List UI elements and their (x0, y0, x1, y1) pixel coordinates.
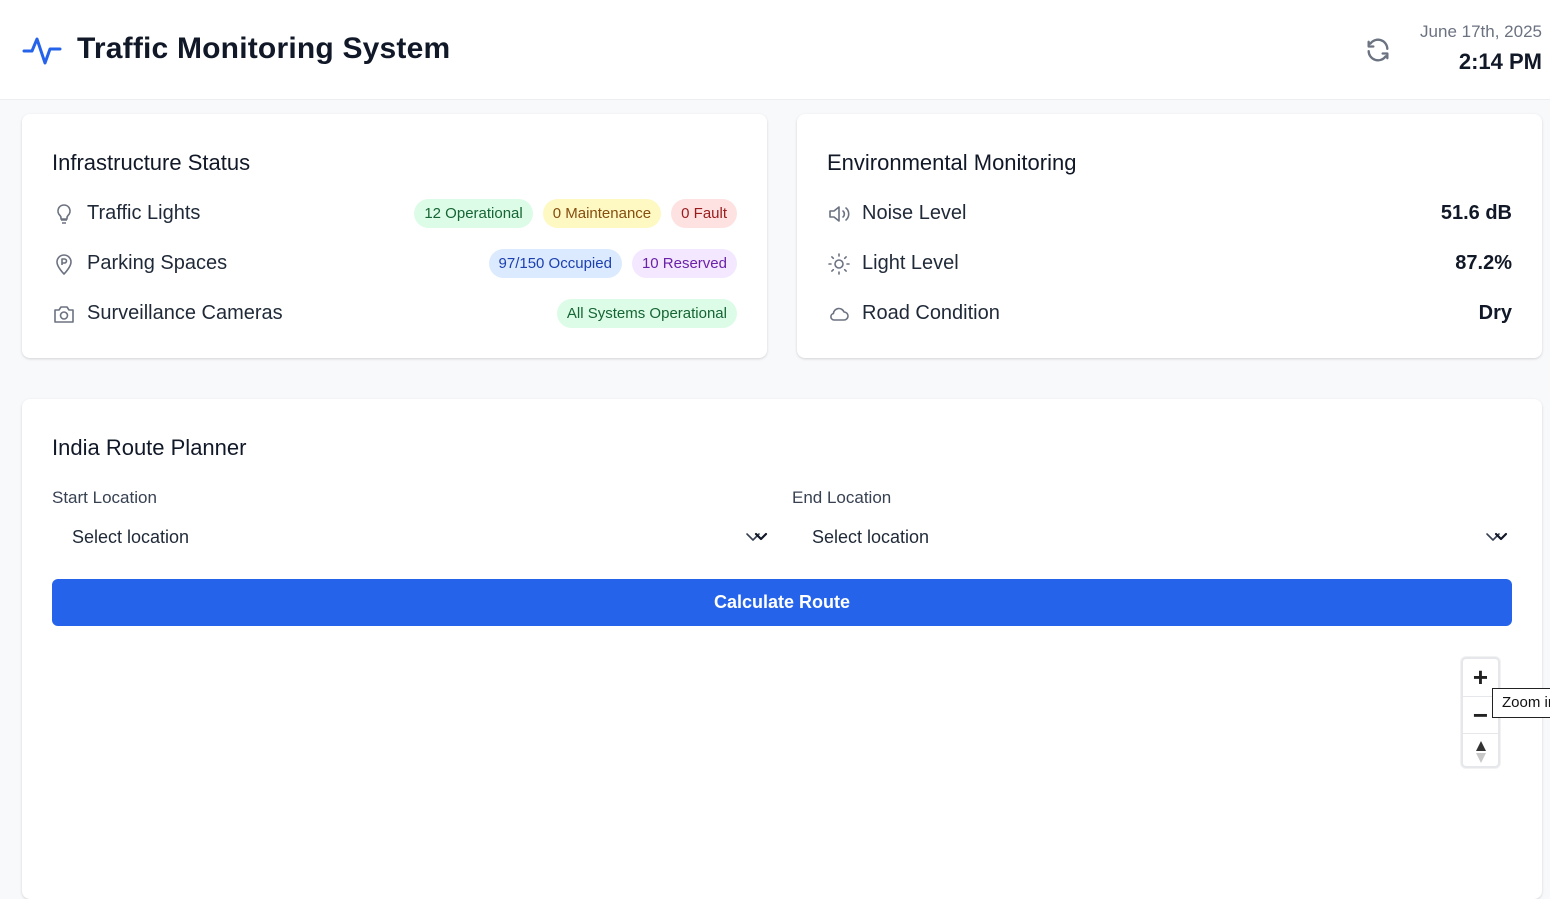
map-pin-icon (56, 254, 72, 275)
row-label: Surveillance Cameras (87, 302, 283, 324)
infrastructure-status-card: Infrastructure Status Traffic Lights 12 … (22, 114, 767, 358)
row-label: Road Condition (862, 302, 1000, 324)
activity-icon (22, 37, 62, 65)
route-planner-card: India Route Planner Start Location Selec… (22, 399, 1542, 899)
start-location-label: Start Location (52, 488, 157, 507)
noise-level-row: Noise Level 51.6 dB (827, 198, 1512, 230)
chevron-down-icon (746, 532, 768, 541)
app-header: Traffic Monitoring System June 17th, 202… (0, 0, 1550, 100)
calculate-route-button[interactable]: Calculate Route (52, 579, 1512, 626)
select-value: Select location (72, 527, 190, 547)
reset-bearing-button[interactable] (1463, 733, 1498, 769)
zoom-in-tooltip: Zoom in (1492, 688, 1550, 718)
road-condition-value: Dry (1478, 302, 1512, 324)
end-location-select[interactable]: Select location (792, 519, 1508, 557)
operational-badge: 12 Operational (414, 199, 533, 228)
light-level-value: 87.2% (1455, 252, 1512, 274)
compass-icon (1475, 740, 1486, 763)
environmental-monitoring-card: Environmental Monitoring Noise Level 51.… (797, 114, 1542, 358)
row-label: Light Level (862, 252, 959, 274)
occupied-badge: 97/150 Occupied (488, 249, 622, 278)
traffic-lights-row: Traffic Lights 12 Operational 0 Maintena… (52, 198, 737, 230)
road-condition-row: Road Condition Dry (827, 298, 1512, 330)
row-label: Noise Level (862, 202, 967, 224)
surveillance-cameras-row: Surveillance Cameras All Systems Operati… (52, 298, 737, 330)
select-value: Select location (812, 527, 930, 547)
maintenance-badge: 0 Maintenance (542, 199, 662, 228)
row-label: Traffic Lights (87, 202, 201, 224)
app-title: Traffic Monitoring System (77, 32, 451, 65)
plus-icon: + (1472, 662, 1489, 692)
all-systems-badge: All Systems Operational (556, 299, 737, 328)
fault-badge: 0 Fault (671, 199, 737, 228)
card-title: Environmental Monitoring (827, 150, 1077, 175)
row-label: Parking Spaces (87, 252, 228, 274)
camera-icon (54, 306, 74, 323)
sun-icon (828, 253, 850, 275)
end-location-label: End Location (792, 488, 892, 507)
noise-level-value: 51.6 dB (1440, 202, 1512, 224)
speaker-icon (829, 206, 850, 222)
cloud-icon (830, 307, 849, 321)
reserved-badge: 10 Reserved (631, 249, 737, 278)
lightbulb-icon (57, 204, 71, 224)
current-date: June 17th, 2025 (1420, 22, 1542, 41)
card-title: India Route Planner (52, 435, 247, 460)
start-location-select[interactable]: Select location (52, 519, 768, 557)
chevron-down-icon (1486, 532, 1508, 541)
refresh-icon[interactable] (1364, 36, 1392, 64)
current-time: 2:14 PM (1458, 49, 1542, 74)
card-title: Infrastructure Status (52, 150, 251, 175)
map-canvas[interactable] (22, 644, 1542, 899)
light-level-row: Light Level 87.2% (827, 248, 1512, 280)
minus-icon: − (1472, 699, 1489, 730)
parking-spaces-row: Parking Spaces 97/150 Occupied 10 Reserv… (52, 248, 737, 280)
